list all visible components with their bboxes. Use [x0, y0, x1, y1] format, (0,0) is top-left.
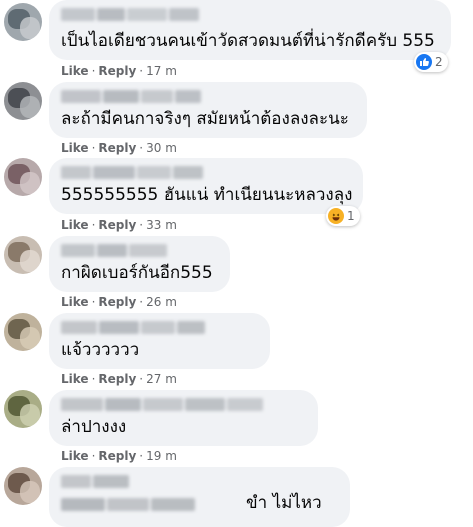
timestamp[interactable]: 33 m [146, 218, 177, 232]
like-link[interactable]: Like [61, 64, 89, 78]
avatar[interactable] [4, 313, 42, 351]
comment-bubble: กาผิดเบอร์กันอีก555 [49, 236, 230, 292]
like-link[interactable]: Like [61, 218, 89, 232]
comment-text: แจ้วววววว [61, 340, 140, 360]
like-link[interactable]: Like [61, 295, 89, 309]
comment-meta: Like · Reply · 17 m [61, 64, 177, 78]
reply-link[interactable]: Reply [98, 372, 136, 386]
blurred-mention[interactable] [61, 498, 195, 511]
avatar[interactable] [4, 82, 42, 120]
comment-meta: Like · Reply · 19 m [61, 449, 177, 463]
reply-link[interactable]: Reply [98, 141, 136, 155]
comment-meta: Like · Reply · 26 m [61, 295, 177, 309]
comment-bubble: 555555555 ฮันแน่ ทำเนียนนะหลวงลุง [49, 158, 363, 214]
timestamp[interactable]: 27 m [146, 372, 177, 386]
comment-bubble: ขำ ไม่ไหว [49, 467, 350, 527]
blurred-author-name[interactable] [61, 90, 201, 103]
comment-bubble: ล่าปางงง [49, 390, 318, 446]
reply-link[interactable]: Reply [98, 449, 136, 463]
comment-text: ละถ้ามีคนกาจริงๆ สมัยหน้าต้องลงละนะ [61, 109, 349, 129]
comment-bubble: ละถ้ามีคนกาจริงๆ สมัยหน้าต้องลงละนะ [49, 82, 367, 138]
blurred-author-name[interactable] [61, 398, 263, 411]
reaction-count-value: 2 [435, 55, 443, 69]
timestamp[interactable]: 19 m [146, 449, 177, 463]
comment-text: 555555555 ฮันแน่ ทำเนียนนะหลวงลุง [61, 185, 353, 205]
reply-link[interactable]: Reply [98, 64, 136, 78]
avatar[interactable] [4, 158, 42, 196]
reply-link[interactable]: Reply [98, 218, 136, 232]
timestamp[interactable]: 17 m [146, 64, 177, 78]
timestamp[interactable]: 30 m [146, 141, 177, 155]
avatar[interactable] [4, 467, 42, 505]
reaction-count-value: 1 [347, 209, 355, 223]
comment-text: ขำ ไม่ไหว [246, 493, 322, 513]
blurred-author-name[interactable] [61, 244, 167, 257]
avatar[interactable] [4, 3, 42, 41]
like-icon [416, 54, 432, 70]
timestamp[interactable]: 26 m [146, 295, 177, 309]
comment-meta: Like · Reply · 30 m [61, 141, 177, 155]
like-link[interactable]: Like [61, 372, 89, 386]
blurred-author-name[interactable] [61, 166, 203, 179]
comment-text: กาผิดเบอร์กันอีก555 [61, 263, 213, 283]
comment-bubble: เป็นไอเดียชวนคนเข้าวัดสวดมนต์ที่น่ารักดี… [49, 0, 451, 60]
avatar[interactable] [4, 390, 42, 428]
comment-bubble: แจ้วววววว [49, 313, 270, 369]
reaction-count[interactable]: 2 [414, 52, 448, 72]
comment-text: ล่าปางงง [61, 417, 127, 437]
haha-icon [328, 208, 344, 224]
like-link[interactable]: Like [61, 449, 89, 463]
like-link[interactable]: Like [61, 141, 89, 155]
blurred-author-name[interactable] [61, 8, 199, 21]
blurred-author-name[interactable] [61, 321, 205, 334]
avatar[interactable] [4, 236, 42, 274]
reaction-count[interactable]: 1 [326, 206, 360, 226]
comment-meta: Like · Reply · 27 m [61, 372, 177, 386]
comment-text: เป็นไอเดียชวนคนเข้าวัดสวดมนต์ที่น่ารักดี… [61, 31, 435, 51]
blurred-author-name[interactable] [61, 475, 129, 488]
reply-link[interactable]: Reply [98, 295, 136, 309]
comment-meta: Like · Reply · 33 m [61, 218, 177, 232]
